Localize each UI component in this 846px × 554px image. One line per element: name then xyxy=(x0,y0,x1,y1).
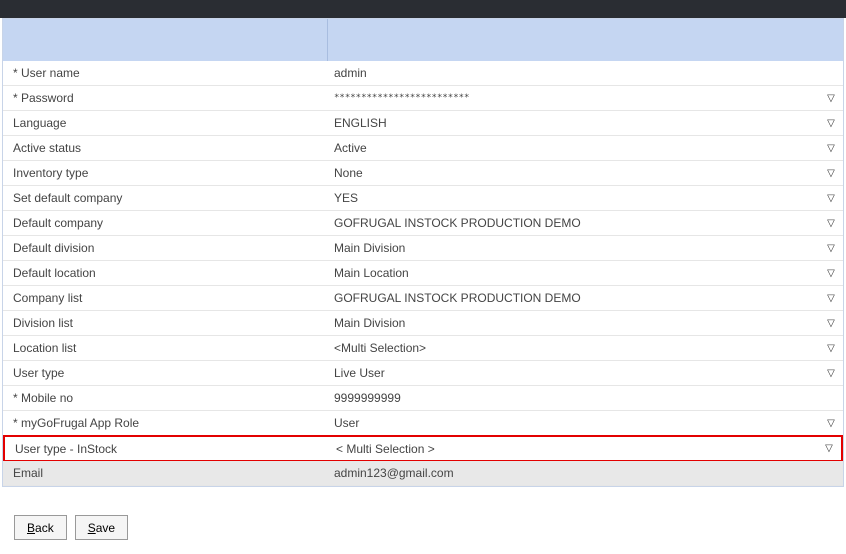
form-row: Default divisionMain Division▽ xyxy=(3,236,843,261)
field-value: None xyxy=(334,166,825,180)
field-label: Default location xyxy=(3,266,328,280)
field-value-cell[interactable]: GOFRUGAL INSTOCK PRODUCTION DEMO▽ xyxy=(328,291,843,305)
field-label: * User name xyxy=(3,66,328,80)
form-row: * User name admin xyxy=(3,61,843,86)
field-value-cell[interactable]: ENGLISH▽ xyxy=(328,116,843,130)
field-value-cell[interactable]: < Multi Selection > ▽ xyxy=(330,442,841,456)
form-row: Default companyGOFRUGAL INSTOCK PRODUCTI… xyxy=(3,211,843,236)
field-value: Live User xyxy=(334,366,825,380)
field-value-cell[interactable]: None▽ xyxy=(328,166,843,180)
app-top-bar xyxy=(0,0,846,18)
dropdown-icon[interactable]: ▽ xyxy=(825,243,843,254)
field-value-cell[interactable]: User▽ xyxy=(328,416,843,430)
field-value: admin xyxy=(334,66,843,80)
form-header-value-col xyxy=(328,19,843,61)
dropdown-icon[interactable]: ▽ xyxy=(825,218,843,229)
field-label: Default company xyxy=(3,216,328,230)
form-row: * Mobile no 9999999999 xyxy=(3,386,843,411)
field-label: Division list xyxy=(3,316,328,330)
field-value-cell[interactable]: admin xyxy=(328,66,843,80)
form-header xyxy=(3,19,843,61)
form-row: Default locationMain Location▽ xyxy=(3,261,843,286)
field-value: 9999999999 xyxy=(334,391,843,405)
field-label: Location list xyxy=(3,341,328,355)
field-value-cell[interactable]: Main Division▽ xyxy=(328,241,843,255)
field-label: * Password xyxy=(3,91,328,105)
form-row: Inventory typeNone▽ xyxy=(3,161,843,186)
dropdown-icon[interactable]: ▽ xyxy=(825,343,843,354)
field-value-cell[interactable]: Live User▽ xyxy=(328,366,843,380)
field-value: YES xyxy=(334,191,825,205)
dropdown-icon[interactable]: ▽ xyxy=(825,118,843,129)
field-value-cell[interactable]: Active▽ xyxy=(328,141,843,155)
field-value: GOFRUGAL INSTOCK PRODUCTION DEMO xyxy=(334,291,825,305)
save-button[interactable]: Save xyxy=(75,515,128,540)
field-value: Main Location xyxy=(334,266,825,280)
form-row-email: Email admin123@gmail.com xyxy=(3,461,843,486)
field-value-cell[interactable]: <Multi Selection>▽ xyxy=(328,341,843,355)
dropdown-icon[interactable]: ▽ xyxy=(825,318,843,329)
field-value: ************************* xyxy=(334,94,825,103)
field-value: Main Division xyxy=(334,241,825,255)
form-row: Active statusActive▽ xyxy=(3,136,843,161)
field-value: <Multi Selection> xyxy=(334,341,825,355)
form-row: Company listGOFRUGAL INSTOCK PRODUCTION … xyxy=(3,286,843,311)
field-value-cell[interactable]: *************************▽ xyxy=(328,93,843,104)
dropdown-icon[interactable]: ▽ xyxy=(825,93,843,104)
field-value-cell[interactable]: Main Location▽ xyxy=(328,266,843,280)
field-label: Active status xyxy=(3,141,328,155)
field-value: GOFRUGAL INSTOCK PRODUCTION DEMO xyxy=(334,216,825,230)
field-label: Default division xyxy=(3,241,328,255)
field-value: admin123@gmail.com xyxy=(334,466,843,480)
dropdown-icon[interactable]: ▽ xyxy=(825,293,843,304)
dropdown-icon[interactable]: ▽ xyxy=(825,418,843,429)
field-value-cell[interactable]: GOFRUGAL INSTOCK PRODUCTION DEMO▽ xyxy=(328,216,843,230)
form-row: User typeLive User▽ xyxy=(3,361,843,386)
form-row: Set default companyYES▽ xyxy=(3,186,843,211)
field-value: User xyxy=(334,416,825,430)
highlighted-row-user-type-instock: User type - InStock < Multi Selection > … xyxy=(3,435,843,462)
field-value-cell[interactable]: 9999999999 xyxy=(328,391,843,405)
form-row: LanguageENGLISH▽ xyxy=(3,111,843,136)
field-value-cell[interactable]: Main Division▽ xyxy=(328,316,843,330)
field-value-cell[interactable]: YES▽ xyxy=(328,191,843,205)
form-row: * myGoFrugal App RoleUser▽ xyxy=(3,411,843,436)
field-label: User type xyxy=(3,366,328,380)
field-label: * Mobile no xyxy=(3,391,328,405)
dropdown-icon[interactable]: ▽ xyxy=(823,443,841,454)
field-label: Set default company xyxy=(3,191,328,205)
dropdown-icon[interactable]: ▽ xyxy=(825,143,843,154)
dropdown-icon[interactable]: ▽ xyxy=(825,168,843,179)
user-form: * User nameadmin* Password**************… xyxy=(2,18,844,487)
field-label: User type - InStock xyxy=(5,442,330,456)
field-label: Inventory type xyxy=(3,166,328,180)
dropdown-icon[interactable]: ▽ xyxy=(825,268,843,279)
form-row: * Password*************************▽ xyxy=(3,86,843,111)
field-value-cell[interactable]: admin123@gmail.com xyxy=(328,466,843,480)
field-label: Language xyxy=(3,116,328,130)
field-label: Company list xyxy=(3,291,328,305)
field-value: Main Division xyxy=(334,316,825,330)
form-row: Location list<Multi Selection>▽ xyxy=(3,336,843,361)
field-label: Email xyxy=(3,466,328,480)
back-button[interactable]: Back xyxy=(14,515,67,540)
field-value: < Multi Selection > xyxy=(336,442,823,456)
dropdown-icon[interactable]: ▽ xyxy=(825,193,843,204)
form-header-label-col xyxy=(3,19,328,61)
dropdown-icon[interactable]: ▽ xyxy=(825,368,843,379)
form-row: Division listMain Division▽ xyxy=(3,311,843,336)
button-row: Back Save xyxy=(0,487,846,540)
field-label: * myGoFrugal App Role xyxy=(3,416,328,430)
field-value: Active xyxy=(334,141,825,155)
field-value: ENGLISH xyxy=(334,116,825,130)
